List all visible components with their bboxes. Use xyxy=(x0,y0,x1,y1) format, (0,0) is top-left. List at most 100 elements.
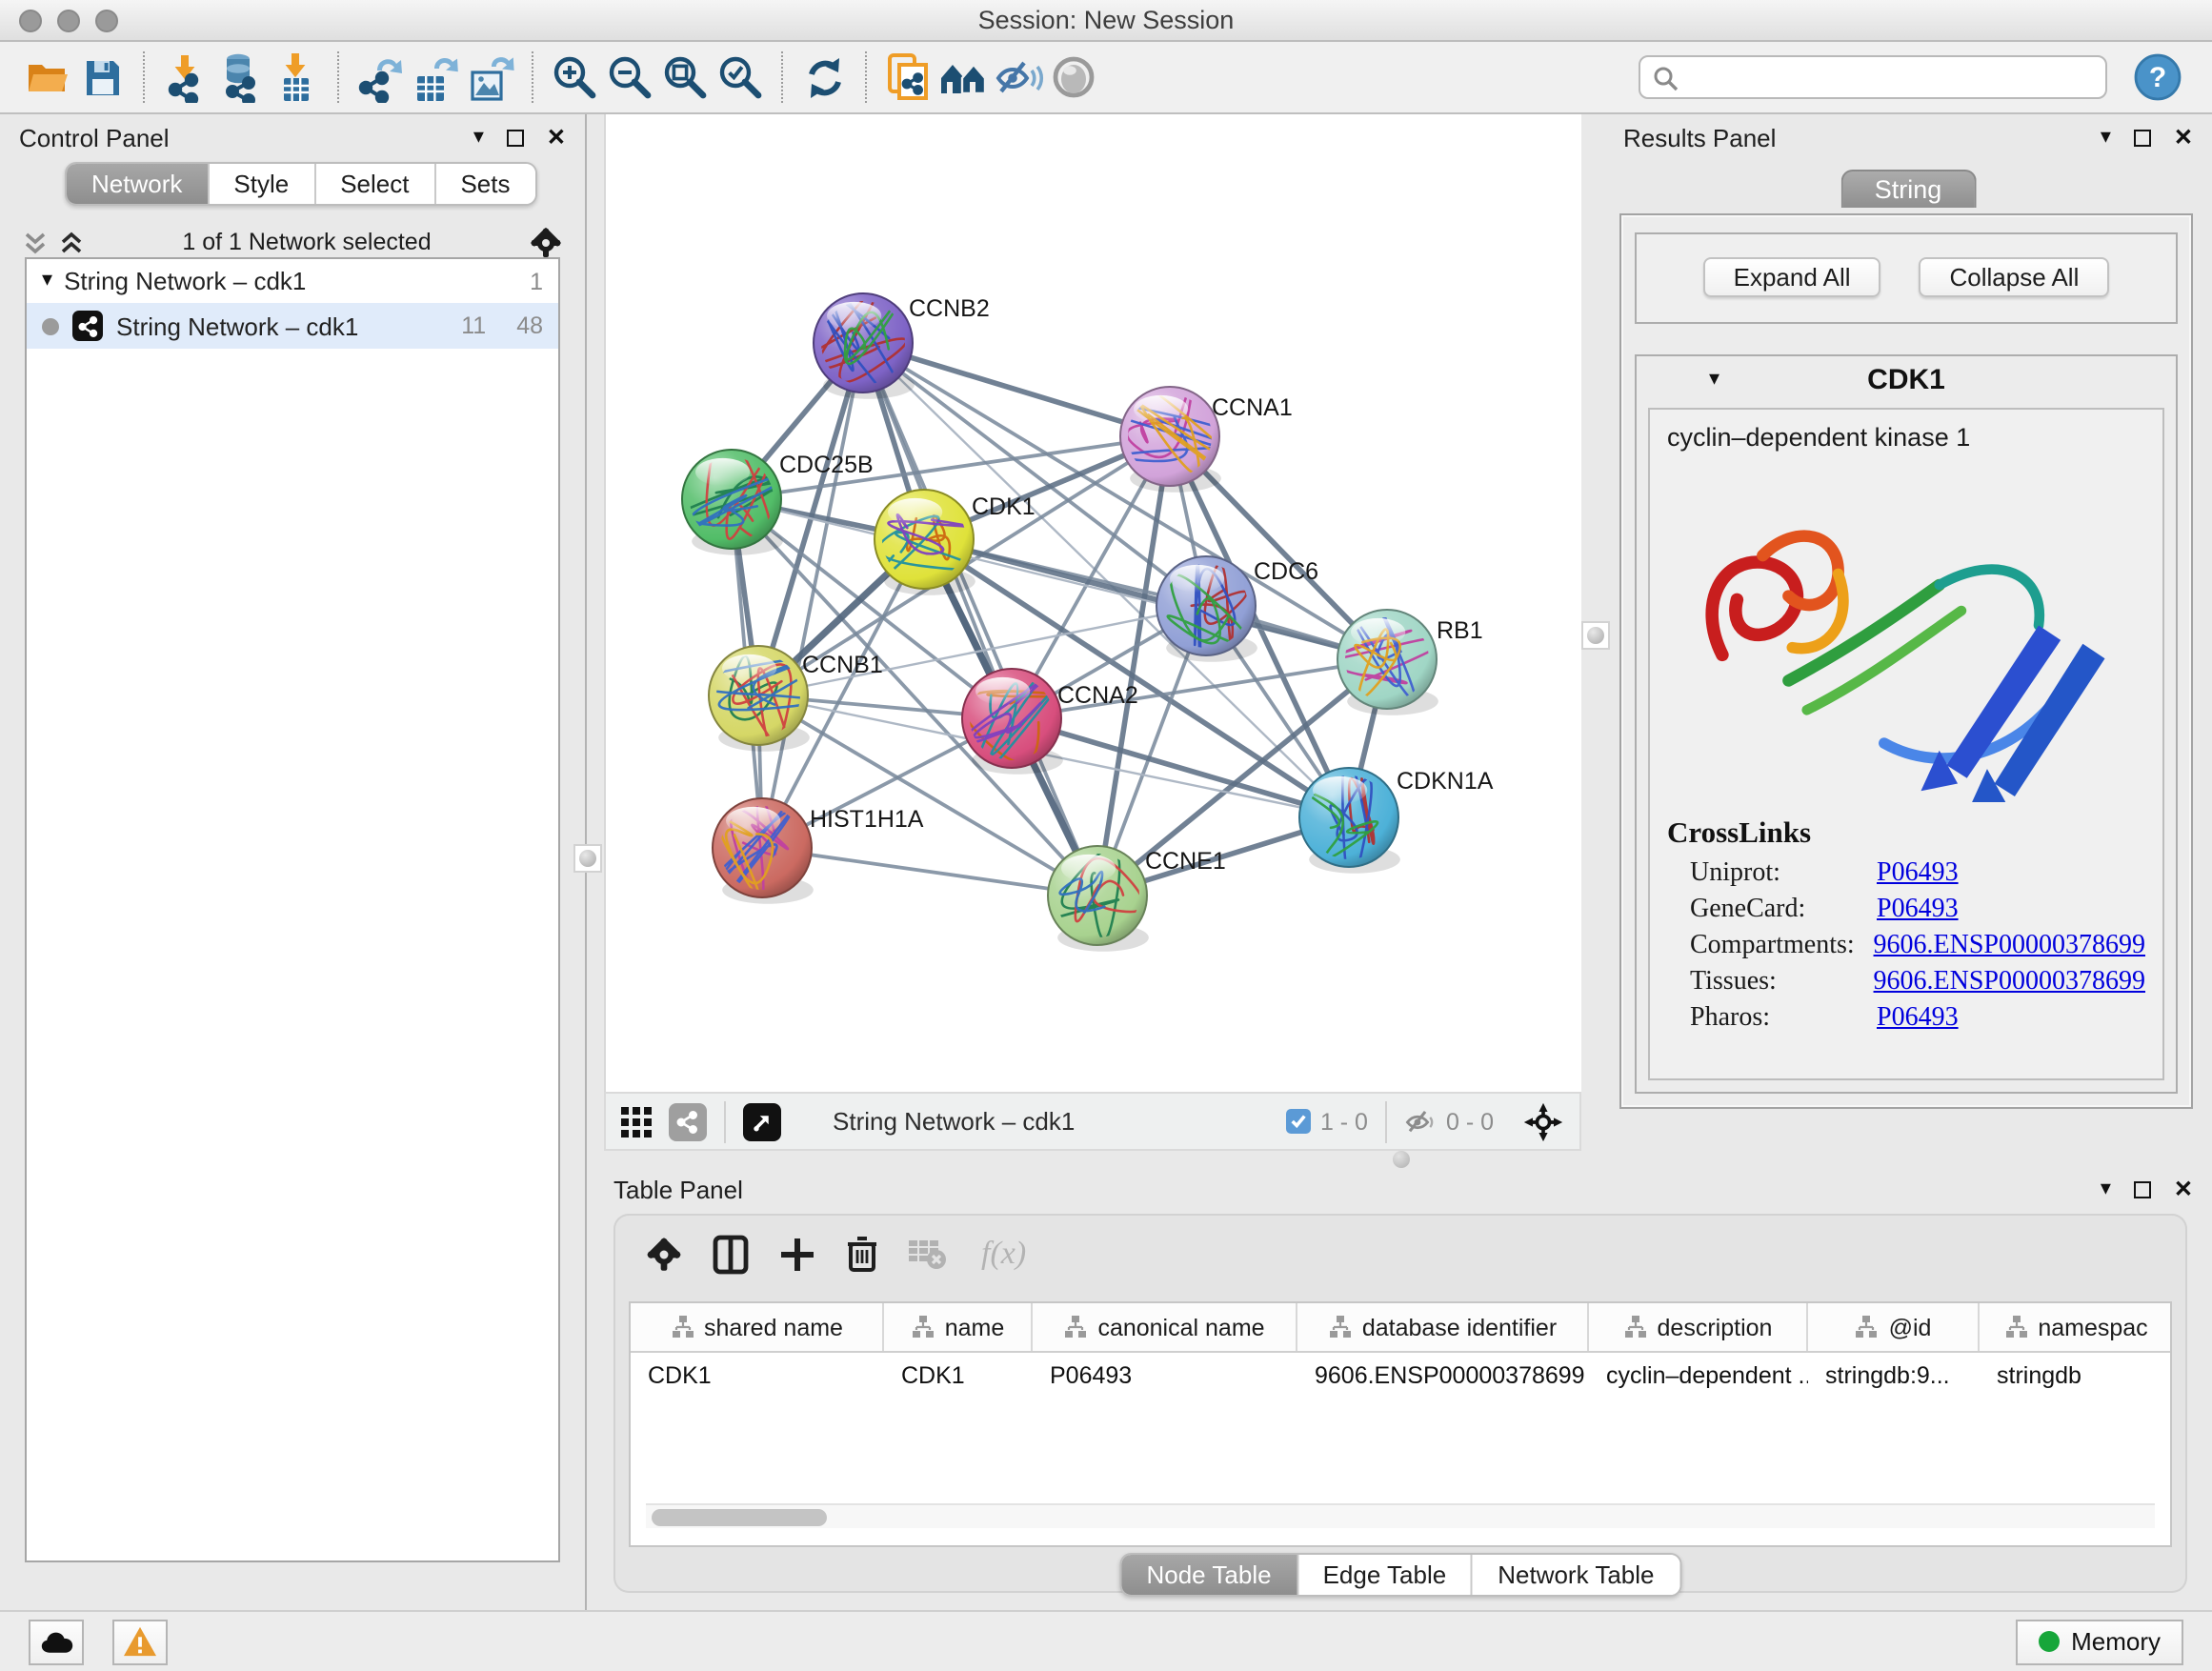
search-input[interactable] xyxy=(1686,64,2094,91)
import-network-icon xyxy=(161,52,211,102)
tab-network-table[interactable]: Network Table xyxy=(1473,1555,1679,1595)
toolbar-separator xyxy=(865,51,867,103)
node-CDC6[interactable] xyxy=(1156,556,1257,662)
column-header-description[interactable]: description xyxy=(1589,1303,1808,1351)
expand-all-icon[interactable] xyxy=(59,230,84,254)
collapse-all-button[interactable]: Collapse All xyxy=(1920,257,2110,297)
node-CCNE1[interactable] xyxy=(1047,846,1149,952)
crosslink-link[interactable]: 9606.ENSP00000378699 xyxy=(1874,932,2145,962)
network-collection-label: String Network – cdk1 xyxy=(64,267,306,295)
control-panel: Control Panel ▾ ✕ NetworkStyleSelectSets… xyxy=(0,114,587,1610)
crosslink-link[interactable]: P06493 xyxy=(1877,896,1959,926)
node-label-CCNA2: CCNA2 xyxy=(1057,682,1138,709)
import-network-from-database-button[interactable] xyxy=(213,49,269,106)
tree-expander-icon[interactable]: ▾ xyxy=(42,271,52,292)
column-header-namespac[interactable]: namespac xyxy=(1980,1303,2172,1351)
node-label-CDC6: CDC6 xyxy=(1254,558,1318,585)
column-header-canonical-name[interactable]: canonical name xyxy=(1033,1303,1297,1351)
zoom-out-icon xyxy=(605,52,654,102)
edge-CDK1-RB1[interactable] xyxy=(924,539,1387,659)
help-button[interactable]: ? xyxy=(2134,53,2182,101)
tab-node-table[interactable]: Node Table xyxy=(1121,1555,1297,1595)
tab-style[interactable]: Style xyxy=(209,164,315,204)
network-view-canvas[interactable]: CCNB2CCNA1CDC25BCDK1CDC6RB1CCNB1CCNA2CDK… xyxy=(604,114,1581,1092)
table-header-row: shared namenamecanonical namedatabase id… xyxy=(631,1303,2170,1353)
zoom-out-button[interactable] xyxy=(602,49,657,106)
houses-icon xyxy=(936,54,990,100)
export-image-button[interactable] xyxy=(463,49,518,106)
show-columns-icon[interactable] xyxy=(713,1234,749,1274)
node-label-CCNB1: CCNB1 xyxy=(802,652,883,678)
tab-edge-table[interactable]: Edge Table xyxy=(1298,1555,1474,1595)
selected-nodes-checkbox[interactable] xyxy=(1286,1109,1311,1134)
eye-slash-icon xyxy=(993,54,1044,100)
node-CCNA2[interactable] xyxy=(960,669,1071,778)
node-CDC25B[interactable] xyxy=(666,435,795,555)
expand-all-button[interactable]: Expand All xyxy=(1703,257,1881,297)
grid-view-button[interactable] xyxy=(621,1106,652,1137)
network-view-button[interactable] xyxy=(669,1102,707,1140)
close-panel-icon[interactable]: ✕ xyxy=(547,126,566,149)
warnings-button[interactable] xyxy=(112,1619,168,1664)
zoom-fit-button[interactable] xyxy=(657,49,713,106)
network-row-label: String Network – cdk1 xyxy=(116,312,358,340)
cloud-status-button[interactable] xyxy=(29,1619,84,1664)
float-panel-icon[interactable] xyxy=(2134,129,2151,146)
horizontal-splitter-handle[interactable] xyxy=(1393,1151,1410,1168)
fit-selection-target-icon[interactable] xyxy=(1522,1100,1564,1142)
float-panel-icon[interactable] xyxy=(2134,1180,2151,1198)
network-collection-row[interactable]: ▾ String Network – cdk1 1 xyxy=(27,259,558,303)
right-splitter-handle[interactable] xyxy=(1581,621,1610,650)
delete-column-icon[interactable] xyxy=(846,1235,878,1273)
node-name-heading: CDK1 xyxy=(1867,364,1945,396)
crosslink-link[interactable]: P06493 xyxy=(1877,859,1959,890)
application-window: Session: New Session ? Control xyxy=(0,0,2212,1671)
column-header-name[interactable]: name xyxy=(884,1303,1033,1351)
scrollbar-thumb[interactable] xyxy=(652,1509,827,1526)
tab-network[interactable]: Network xyxy=(67,164,209,204)
crosslink-link[interactable]: P06493 xyxy=(1877,1004,1959,1035)
open-session-button[interactable] xyxy=(19,49,74,106)
export-network-button[interactable] xyxy=(352,49,408,106)
horizontal-scrollbar[interactable] xyxy=(646,1503,2155,1528)
network-options-gear-icon[interactable] xyxy=(530,226,562,258)
tab-select[interactable]: Select xyxy=(315,164,435,204)
float-panel-icon[interactable] xyxy=(507,129,524,146)
collapse-all-icon[interactable] xyxy=(23,230,48,254)
left-splitter-handle[interactable] xyxy=(573,844,602,873)
tab-string[interactable]: String xyxy=(1840,170,1977,208)
new-network-from-selection-button[interactable] xyxy=(880,49,935,106)
collapse-entry-icon[interactable]: ▾ xyxy=(1709,370,1719,391)
node-CDKN1A[interactable] xyxy=(1299,753,1400,881)
crosslink-link[interactable]: 9606.ENSP00000378699 xyxy=(1874,968,2145,998)
refresh-button[interactable] xyxy=(796,49,852,106)
close-panel-icon[interactable]: ✕ xyxy=(2174,1178,2193,1200)
tab-sets[interactable]: Sets xyxy=(435,164,534,204)
edge-CCNB2-HIST1H1A[interactable] xyxy=(762,343,863,848)
panel-menu-icon[interactable]: ▾ xyxy=(473,127,484,148)
detach-view-button[interactable] xyxy=(743,1102,781,1140)
import-network-button[interactable] xyxy=(158,49,213,106)
close-panel-icon[interactable]: ✕ xyxy=(2174,126,2193,149)
save-session-button[interactable] xyxy=(74,49,130,106)
export-table-button[interactable] xyxy=(408,49,463,106)
column-header-database-identifier[interactable]: database identifier xyxy=(1297,1303,1589,1351)
hidden-eye-slash-icon[interactable] xyxy=(1404,1108,1437,1135)
panel-menu-icon[interactable]: ▾ xyxy=(2101,1178,2111,1199)
zoom-in-button[interactable] xyxy=(547,49,602,106)
panel-menu-icon[interactable]: ▾ xyxy=(2101,127,2111,148)
table-options-gear-icon[interactable] xyxy=(646,1236,682,1272)
column-header-@id[interactable]: @id xyxy=(1808,1303,1980,1351)
search-box[interactable] xyxy=(1639,55,2107,99)
memory-button[interactable]: Memory xyxy=(2016,1619,2183,1664)
crosslink-label: Pharos: xyxy=(1690,1004,1877,1035)
home-button[interactable] xyxy=(935,49,991,106)
zoom-selected-button[interactable] xyxy=(713,49,768,106)
table-row[interactable]: CDK1CDK1P064939606.ENSP00000378699cyclin… xyxy=(631,1353,2170,1397)
column-header-shared-name[interactable]: shared name xyxy=(631,1303,884,1351)
import-table-button[interactable] xyxy=(269,49,324,106)
hide-unhide-button[interactable] xyxy=(991,49,1046,106)
create-column-icon[interactable] xyxy=(779,1236,815,1272)
eye-button[interactable] xyxy=(1046,49,1101,106)
network-row-selected[interactable]: String Network – cdk1 1148 xyxy=(27,303,558,349)
